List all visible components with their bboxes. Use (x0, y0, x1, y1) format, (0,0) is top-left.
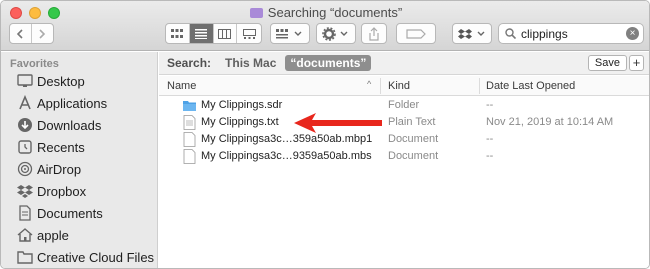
finder-window: Searching “documents” clippings × Favori… (0, 0, 650, 269)
window-title: Searching “documents” (1, 5, 649, 20)
column-divider[interactable] (380, 78, 381, 94)
sidebar-item-label: Downloads (37, 117, 102, 133)
column-divider[interactable] (479, 78, 480, 94)
file-date: -- (486, 150, 494, 162)
column-view-icon (218, 28, 232, 39)
tag-button[interactable] (396, 23, 436, 44)
annotation-arrow-icon (294, 113, 382, 133)
dropbox-icon (16, 183, 33, 200)
sidebar-item-label: apple (37, 227, 69, 243)
sidebar-item-dropbox[interactable]: Dropbox (16, 181, 156, 201)
smart-folder-icon (249, 8, 263, 18)
group-by-icon (276, 28, 302, 38)
list-view-icon (195, 28, 208, 39)
chevron-right-icon (39, 28, 46, 39)
file-name: My Clippings.txt (201, 116, 279, 128)
file-name: My Clippingsa3c…9359a50ab.mbs (201, 150, 372, 162)
table-row[interactable]: My Clippingsa3c…359a50ab.mbp1 Document -… (159, 131, 649, 148)
icon-view-icon (171, 28, 184, 38)
documents-icon (16, 205, 33, 222)
table-row[interactable]: My Clippings.txt Plain Text Nov 21, 2019… (159, 114, 649, 131)
group-by-button[interactable] (270, 23, 310, 44)
add-criteria-button[interactable]: + (629, 55, 644, 71)
file-kind: Plain Text (388, 116, 436, 128)
column-name[interactable]: Name (167, 80, 196, 92)
search-icon (505, 28, 516, 39)
column-kind[interactable]: Kind (388, 80, 410, 92)
tag-icon (406, 28, 426, 39)
sidebar-item-downloads[interactable]: Downloads (16, 115, 156, 135)
document-icon (183, 132, 196, 147)
forward-button[interactable] (32, 24, 53, 43)
desktop-icon (16, 73, 33, 90)
sidebar-heading: Favorites (10, 58, 59, 70)
sidebar-item-apple[interactable]: apple (16, 225, 156, 245)
title-bar: Searching “documents” clippings × (1, 1, 649, 51)
column-date-last-opened[interactable]: Date Last Opened (486, 80, 575, 92)
nav-buttons (9, 23, 54, 44)
dropbox-icon (458, 28, 485, 39)
back-button[interactable] (10, 24, 32, 43)
scope-label: Search: (167, 56, 212, 70)
gear-icon (322, 26, 348, 41)
folder-icon (183, 101, 196, 111)
downloads-icon (16, 117, 33, 134)
file-kind: Document (388, 133, 439, 145)
list-view-button[interactable] (189, 24, 214, 43)
sort-caret-icon: ^ (367, 79, 372, 89)
gallery-view-button[interactable] (237, 24, 261, 43)
sidebar-item-airdrop[interactable]: AirDrop (16, 159, 156, 179)
clear-search-button[interactable]: × (626, 27, 639, 40)
file-date: -- (486, 133, 494, 145)
share-button[interactable] (361, 23, 387, 44)
file-date: Nov 21, 2019 at 10:14 AM (486, 116, 614, 128)
file-date: -- (486, 99, 494, 111)
dropbox-toolbar-button[interactable] (452, 23, 492, 44)
sidebar-item-label: Desktop (37, 73, 85, 89)
sidebar-item-applications[interactable]: Applications (16, 93, 156, 113)
sidebar-item-label: Documents (37, 205, 103, 221)
view-mode-segment (165, 23, 262, 44)
share-icon (369, 26, 379, 41)
action-menu-button[interactable] (316, 23, 356, 44)
text-file-icon (183, 115, 196, 130)
sidebar-item-label: AirDrop (37, 161, 82, 177)
column-header: Name ^ Kind Date Last Opened (159, 76, 649, 96)
chevron-left-icon (17, 28, 23, 39)
folder-icon (16, 249, 33, 266)
search-input[interactable]: clippings (521, 27, 568, 41)
file-kind: Document (388, 150, 439, 162)
sidebar-item-recents[interactable]: Recents (16, 137, 156, 157)
sidebar-item-label: Recents (37, 139, 85, 155)
gallery-view-icon (242, 28, 256, 39)
search-field[interactable]: clippings × (498, 23, 644, 44)
table-row[interactable]: My Clippings.sdr Folder -- (159, 97, 649, 114)
search-scope-bar: Search: This Mac “documents” Save + (159, 52, 649, 75)
file-browser: Search: This Mac “documents” Save + Name… (159, 52, 649, 268)
applications-icon (16, 95, 33, 112)
sidebar-item-label: Creative Cloud Files (37, 249, 155, 265)
table-row[interactable]: My Clippingsa3c…9359a50ab.mbs Document -… (159, 148, 649, 165)
airdrop-icon (16, 161, 33, 178)
document-icon (183, 149, 196, 164)
icon-view-button[interactable] (166, 24, 190, 43)
sidebar-item-desktop[interactable]: Desktop (16, 71, 156, 91)
scope-documents[interactable]: “documents” (285, 55, 372, 71)
scope-this-mac[interactable]: This Mac (225, 56, 276, 70)
recents-icon (16, 139, 33, 156)
sidebar: Favorites Desktop Applications Downloads… (1, 52, 158, 268)
sidebar-item-label: Applications (37, 95, 108, 111)
file-name: My Clippings.sdr (201, 99, 283, 111)
column-view-button[interactable] (214, 24, 238, 43)
sidebar-item-label: Dropbox (37, 183, 87, 199)
window-title-text: Searching “documents” (267, 5, 403, 20)
sidebar-item-creative-cloud-files[interactable]: Creative Cloud Files (16, 247, 156, 267)
sidebar-item-documents[interactable]: Documents (16, 203, 156, 223)
file-kind: Folder (388, 99, 420, 111)
save-search-button[interactable]: Save (587, 55, 627, 71)
home-icon (16, 227, 33, 244)
